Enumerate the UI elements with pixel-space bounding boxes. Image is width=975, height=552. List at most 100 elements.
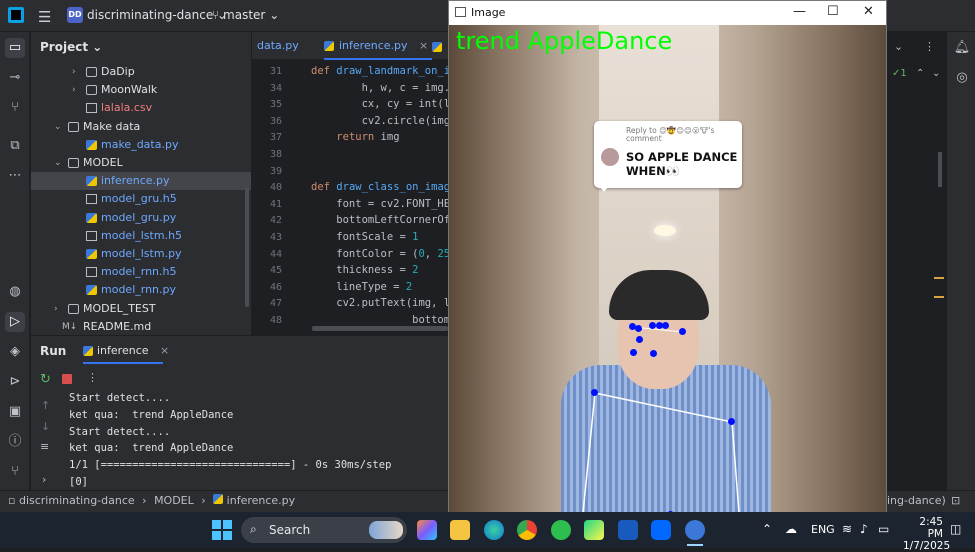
main-menu-icon[interactable]: ☰ (38, 8, 51, 26)
code-line[interactable]: bottomLeftCornerOfT (311, 214, 456, 226)
tree-item[interactable]: model_gru.py (31, 209, 251, 227)
chevron-down-icon[interactable]: ⌄ (54, 118, 62, 136)
chevron-right-icon[interactable]: › (72, 81, 76, 99)
tree-item[interactable]: model_lstm.py (31, 245, 251, 263)
python-console-icon[interactable]: ◍ (5, 282, 25, 302)
tree-item[interactable]: › MoonWalk (31, 81, 251, 99)
code-line[interactable]: def draw_landmark_on_im (311, 65, 456, 77)
close-tab-icon[interactable]: × (160, 344, 169, 357)
code-line[interactable]: lineType = 2 (311, 281, 412, 293)
python-file-icon[interactable] (432, 42, 442, 52)
scroll-down-icon[interactable]: ↓ (41, 420, 50, 433)
clock[interactable]: 2:45 PM 1/7/2025 (903, 516, 950, 552)
breadcrumb-project[interactable]: discriminating-dance (19, 494, 135, 507)
project-panel-title[interactable]: Project ⌄ (40, 40, 102, 54)
chevron-down-icon[interactable]: ⌄ (54, 154, 62, 172)
notification-center-icon[interactable]: ◫ (950, 522, 961, 536)
code-line[interactable]: font = cv2.FONT_HER (311, 198, 456, 210)
language-indicator[interactable]: ENG (811, 523, 835, 536)
close-tab-icon[interactable]: × (419, 39, 428, 52)
inspection-ok-icon[interactable]: ✓1 (892, 68, 907, 79)
horizontal-scrollbar[interactable] (312, 326, 448, 331)
commit-tool-icon[interactable]: ⊸ (5, 68, 25, 88)
pull-requests-icon[interactable]: ⑂ (5, 98, 25, 118)
battery-icon[interactable]: ▭ (878, 522, 889, 536)
problems-icon[interactable]: ⓘ (5, 432, 25, 452)
tree-item[interactable]: ⌄ Make data (31, 118, 251, 136)
code-line[interactable]: cv2.putText(img, la (311, 297, 456, 309)
run-tab-inference[interactable]: inference × (83, 344, 169, 357)
code-line[interactable]: return img (311, 131, 399, 143)
pycharm-taskbar-icon[interactable] (584, 520, 604, 540)
wifi-icon[interactable]: ≋ (842, 522, 852, 536)
lock-icon[interactable]: ⊡ (951, 494, 960, 507)
code-line[interactable]: h, w, c = img.s (311, 82, 457, 94)
ai-assistant-icon[interactable]: ◎ (952, 68, 972, 88)
chevron-right-icon[interactable]: › (54, 300, 58, 318)
tree-item[interactable]: model_lstm.h5 (31, 227, 251, 245)
copilot-icon[interactable] (417, 520, 437, 540)
pycharm-logo-icon[interactable] (8, 7, 24, 23)
chrome-icon[interactable] (517, 520, 537, 540)
project-tool-icon[interactable]: ▭ (5, 38, 25, 58)
services-icon[interactable]: ⊳ (5, 372, 25, 392)
taskbar-search[interactable]: ⌕ Search (241, 517, 407, 543)
notifications-icon[interactable]: 🔔︎ (952, 38, 972, 58)
code-editor[interactable]: 31 34 35 36 37 38 39 40 41 42 43 44 45 46 47 48 def dra… (252, 60, 456, 335)
stop-icon[interactable] (62, 374, 72, 384)
interpreter-status[interactable]: ing-dance) (887, 494, 946, 507)
tree-item[interactable]: make_data.py (31, 136, 251, 154)
python-taskbar-icon[interactable] (685, 520, 705, 540)
project-badge[interactable]: DD (67, 7, 83, 23)
tree-item[interactable]: inference.py (31, 172, 251, 191)
code-line[interactable]: thickness = 2 (311, 264, 418, 276)
tree-item[interactable]: ⌄ MODEL (31, 154, 251, 172)
project-selector[interactable]: discriminating-dance ⌄ (87, 8, 227, 22)
expand-icon[interactable]: › (42, 473, 46, 486)
show-hidden-icons-icon[interactable]: ⌃ (762, 522, 772, 536)
scroll-up-icon[interactable]: ↑ (41, 399, 50, 412)
edge-icon[interactable] (484, 520, 504, 540)
tree-item[interactable]: M↓ README.md (31, 318, 251, 336)
more-tools-icon[interactable]: ⋯ (5, 166, 25, 186)
close-icon[interactable]: ✕ (863, 4, 874, 19)
editor-more-icon[interactable]: ⋮ (924, 40, 935, 53)
more-options-icon[interactable]: ⋮ (87, 371, 98, 384)
code-line[interactable]: cv2.circle(img, (311, 115, 457, 127)
next-highlight-icon[interactable]: ⌄ (932, 68, 940, 79)
editor-scrollbar[interactable] (938, 152, 942, 187)
soft-wrap-icon[interactable]: ≡ (40, 440, 49, 453)
tree-item[interactable]: model_rnn.py (31, 281, 251, 299)
tree-item[interactable]: model_rnn.h5 (31, 263, 251, 281)
code-line[interactable]: def draw_class_on_image (311, 181, 456, 193)
terminal-icon[interactable]: ▣ (5, 402, 25, 422)
breadcrumb-file[interactable]: inference.py (227, 494, 296, 507)
zalo-icon[interactable] (651, 520, 671, 540)
code-line[interactable]: bottomL (311, 314, 456, 326)
chevron-right-icon[interactable]: › (72, 63, 76, 81)
rerun-icon[interactable]: ↻ (40, 372, 51, 387)
word-icon[interactable] (618, 520, 638, 540)
breadcrumb-folder[interactable]: MODEL (154, 494, 194, 507)
tree-item[interactable]: › DaDip (31, 63, 251, 81)
git-icon[interactable]: ⑂ (5, 462, 25, 482)
image-window[interactable]: Image — ☐ ✕ trend AppleDance Reply to 😊🤠… (448, 0, 887, 513)
tab-list-chevron-icon[interactable]: ⌄ (894, 40, 903, 53)
structure-icon[interactable]: ⧉ (5, 136, 25, 156)
tree-item[interactable]: model_gru.h5 (31, 190, 251, 208)
code-line[interactable]: cx, cy = int(lm (311, 98, 457, 110)
tab-inference-py[interactable]: inference.py × (324, 39, 428, 52)
tab-data-py[interactable]: data.py (257, 39, 299, 52)
app-green-icon[interactable] (551, 520, 571, 540)
tree-item[interactable]: › MODEL_TEST (31, 300, 251, 318)
volume-icon[interactable]: ♪ (860, 522, 868, 536)
tree-item[interactable]: lalala.csv (31, 99, 251, 117)
maximize-icon[interactable]: ☐ (827, 4, 839, 19)
onedrive-icon[interactable]: ☁ (785, 522, 797, 536)
python-packages-icon[interactable]: ◈ (5, 342, 25, 362)
tree-scrollbar[interactable] (245, 187, 249, 307)
code-line[interactable]: fontColor = (0, 255 (311, 248, 456, 260)
image-window-title-bar[interactable]: Image — ☐ ✕ (449, 1, 886, 25)
code-line[interactable]: fontScale = 1 (311, 231, 418, 243)
start-button[interactable] (212, 520, 232, 540)
